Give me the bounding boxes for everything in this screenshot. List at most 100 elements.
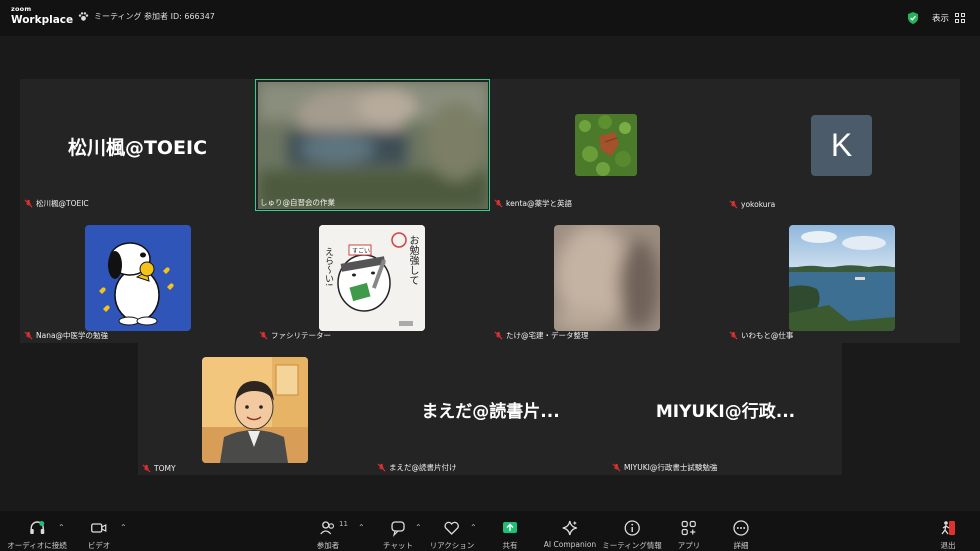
mic-muted-icon [612,463,621,472]
avatar-illustration: お勉強して えら〜い! すごい [319,225,425,331]
chat-label: チャット [383,541,413,550]
participants-label: 参加者 [316,541,340,550]
participant-label: Nana@中医学の勉強 [24,330,108,341]
participant-name: 松川楓@TOEIC [36,199,89,208]
participants-icon [320,521,335,535]
apps-icon [681,520,697,536]
meeting-info[interactable]: ミーティング 参加者 ID: 666347 [78,11,215,22]
participant-name: kenta@薬学と英語 [506,199,572,208]
participant-name: TOMY [154,464,176,473]
audio-options-caret[interactable]: ⌃ [58,523,65,532]
participant-name: いわもと@仕事 [741,331,794,340]
participant-tile[interactable]: いわもと@仕事 [725,211,960,343]
participant-name: ファシリテーター [271,331,331,340]
participant-label: ファシリテーター [259,330,331,341]
paw-icon [78,12,89,21]
participant-label: TOMY [142,464,176,473]
mic-muted-icon [24,199,33,208]
participants-count: 11 [339,520,348,528]
participant-tile[interactable]: MIYUKI@行政... MIYUKI@行政書士試験勉強 [608,343,843,475]
participant-name-large: まえだ@読書片... [421,402,560,422]
reactions-button[interactable]: リアクション [429,519,475,551]
avatar-seascape-photo [789,225,895,331]
sparkle-icon [562,520,578,536]
leave-button[interactable]: 退出 [939,519,957,551]
more-icon [733,520,749,536]
participant-label: kenta@薬学と英語 [494,198,572,209]
participants-options-caret[interactable]: ⌃ [358,523,365,532]
participant-name: yokokura [741,200,776,209]
leave-label: 退出 [940,541,956,550]
ai-label: AI Companion [543,540,597,549]
zoom-logo: zoom Workplace [11,6,73,25]
mic-muted-icon [729,331,738,340]
leave-icon [941,521,955,535]
more-button[interactable]: 詳細 [732,519,750,551]
participant-tile[interactable]: たけ@宅建・データ整理 [490,211,725,343]
participant-name: Nana@中医学の勉強 [36,331,109,340]
participant-name-large: 松川楓@TOEIC [67,137,208,159]
view-button[interactable]: 表示 [932,12,965,24]
participant-tile[interactable]: Nana@中医学の勉強 [20,211,255,343]
share-screen-icon [503,522,517,533]
apps-button[interactable]: アプリ [677,519,701,551]
share-label: 共有 [502,541,518,550]
video-feed [257,81,488,209]
video-button[interactable]: ビデオ [87,519,111,551]
participants-button[interactable]: 参加者 [316,519,340,551]
share-button[interactable]: 共有 [501,519,519,551]
participant-tile[interactable]: 松川楓@TOEIC 松川楓@TOEIC [20,79,255,211]
video-camera-icon [91,523,107,533]
headphones-icon [29,521,44,534]
ai-companion-button[interactable]: AI Companion [544,519,596,549]
view-label: 表示 [932,14,950,24]
apps-label: アプリ [677,541,701,550]
gallery-row-2: TOMY まえだ@読書片... まえだ@読書片付け MIYUKI@行政... M… [138,343,842,475]
participant-label: yokokura [729,200,775,209]
meeting-info-text: ミーティング 参加者 ID: 666347 [94,12,215,21]
initial-avatar: K [811,115,872,176]
participant-label: しゅり@自習会の作業 [260,197,335,208]
grid-view-icon [955,13,965,23]
participant-name: たけ@宅建・データ整理 [506,331,589,340]
logo-line2: Workplace [11,13,74,26]
participant-tile[interactable]: kenta@薬学と英語 [490,79,725,211]
video-label: ビデオ [87,541,111,550]
participant-label: MIYUKI@行政書士試験勉強 [612,462,717,473]
participant-name: MIYUKI@行政書士試験勉強 [624,463,718,472]
top-bar: zoom Workplace ミーティング 参加者 ID: 666347 表示 [0,0,980,36]
mic-muted-icon [494,331,503,340]
info-icon [624,520,640,536]
info-label: ミーティング情報 [602,541,662,550]
chat-button[interactable]: チャット [383,519,413,551]
reactions-options-caret[interactable]: ⌃ [470,523,477,532]
mic-muted-icon [377,463,386,472]
participant-tile-active[interactable]: しゅり@自習会の作業 [255,79,490,211]
chat-icon [391,521,405,537]
avatar-snoopy [85,225,191,331]
participant-name: まえだ@読書片付け [389,463,457,472]
avatar-cartoon-man [202,357,308,463]
participant-tile[interactable]: TOMY [138,343,373,475]
audio-label: オーディオに接続 [7,541,67,550]
meeting-toolbar: オーディオに接続 ⌃ ビデオ ⌃ 参加者 11 ⌃ チャット ⌃ リアクション … [0,511,980,551]
mic-muted-icon [494,199,503,208]
heart-icon [444,521,460,535]
mic-muted-icon [24,331,33,340]
mic-muted-icon [142,464,151,473]
participant-label: 松川楓@TOEIC [24,198,89,209]
participant-label: いわもと@仕事 [729,330,793,341]
participant-label: まえだ@読書片付け [377,462,457,473]
chat-options-caret[interactable]: ⌃ [415,523,422,532]
participant-label: たけ@宅建・データ整理 [494,330,589,341]
participant-tile[interactable]: まえだ@読書片... まえだ@読書片付け [373,343,608,475]
mic-muted-icon [729,200,738,209]
participant-tile[interactable]: お勉強して えら〜い! すごい ファシリテーター [255,211,490,343]
avatar-leaf-photo [575,114,637,176]
more-label: 詳細 [733,541,749,550]
shield-check-icon[interactable] [906,11,920,25]
reactions-label: リアクション [429,541,475,550]
meeting-info-button[interactable]: ミーティング情報 [602,519,662,551]
video-options-caret[interactable]: ⌃ [120,523,127,532]
participant-tile[interactable]: K yokokura [725,79,960,211]
